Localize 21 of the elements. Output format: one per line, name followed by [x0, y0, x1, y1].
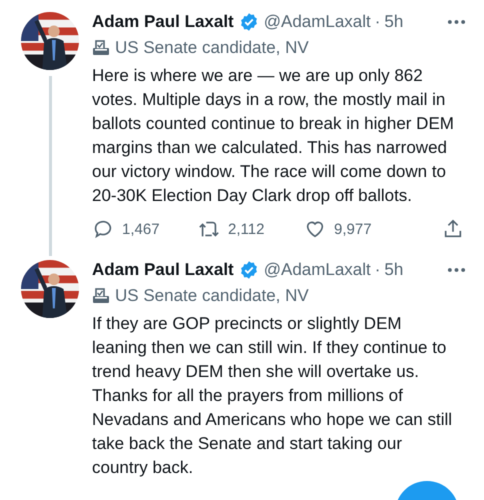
more-options-icon[interactable] — [447, 19, 466, 25]
handle[interactable]: @AdamLaxalt — [264, 260, 371, 280]
reply-icon — [92, 218, 114, 240]
account-label: US Senate candidate, NV — [115, 38, 309, 58]
handle[interactable]: @AdamLaxalt — [264, 12, 371, 32]
like-button[interactable]: 9,977 — [304, 218, 410, 240]
author-name[interactable]: Adam Paul Laxalt — [92, 260, 234, 280]
share-icon[interactable] — [442, 218, 464, 240]
separator: · — [374, 12, 380, 32]
timestamp[interactable]: 5h — [384, 260, 404, 280]
ballot-box-icon — [92, 40, 110, 56]
account-label: US Senate candidate, NV — [115, 286, 309, 306]
tweet-text: If they are GOP precincts or slightly DEM leaning then we can still win. If they continue to trend heavy DEM then she will overtake us. Thanks for all the prayers from millions of Nevadans and Americans who hope we can still take back the Senate and start taking our country back. — [92, 313, 454, 479]
more-options-icon[interactable] — [447, 267, 466, 273]
retweet-button[interactable]: 2,112 — [198, 218, 304, 240]
timestamp[interactable]: 5h — [384, 12, 404, 32]
ballot-box-icon — [92, 288, 110, 304]
reply-button[interactable]: 1,467 — [92, 218, 198, 240]
separator: · — [374, 260, 380, 280]
tweet-text: Here is where we are — we are up only 862 votes. Multiple days in a row, the mostly mail in ballots counted continue to break in higher DEM margins than we calculated. This has narrowed our victory window. The race will come down to 20-30K Election Day Clark drop off ballots. — [92, 65, 455, 207]
author-name[interactable]: Adam Paul Laxalt — [92, 12, 234, 32]
